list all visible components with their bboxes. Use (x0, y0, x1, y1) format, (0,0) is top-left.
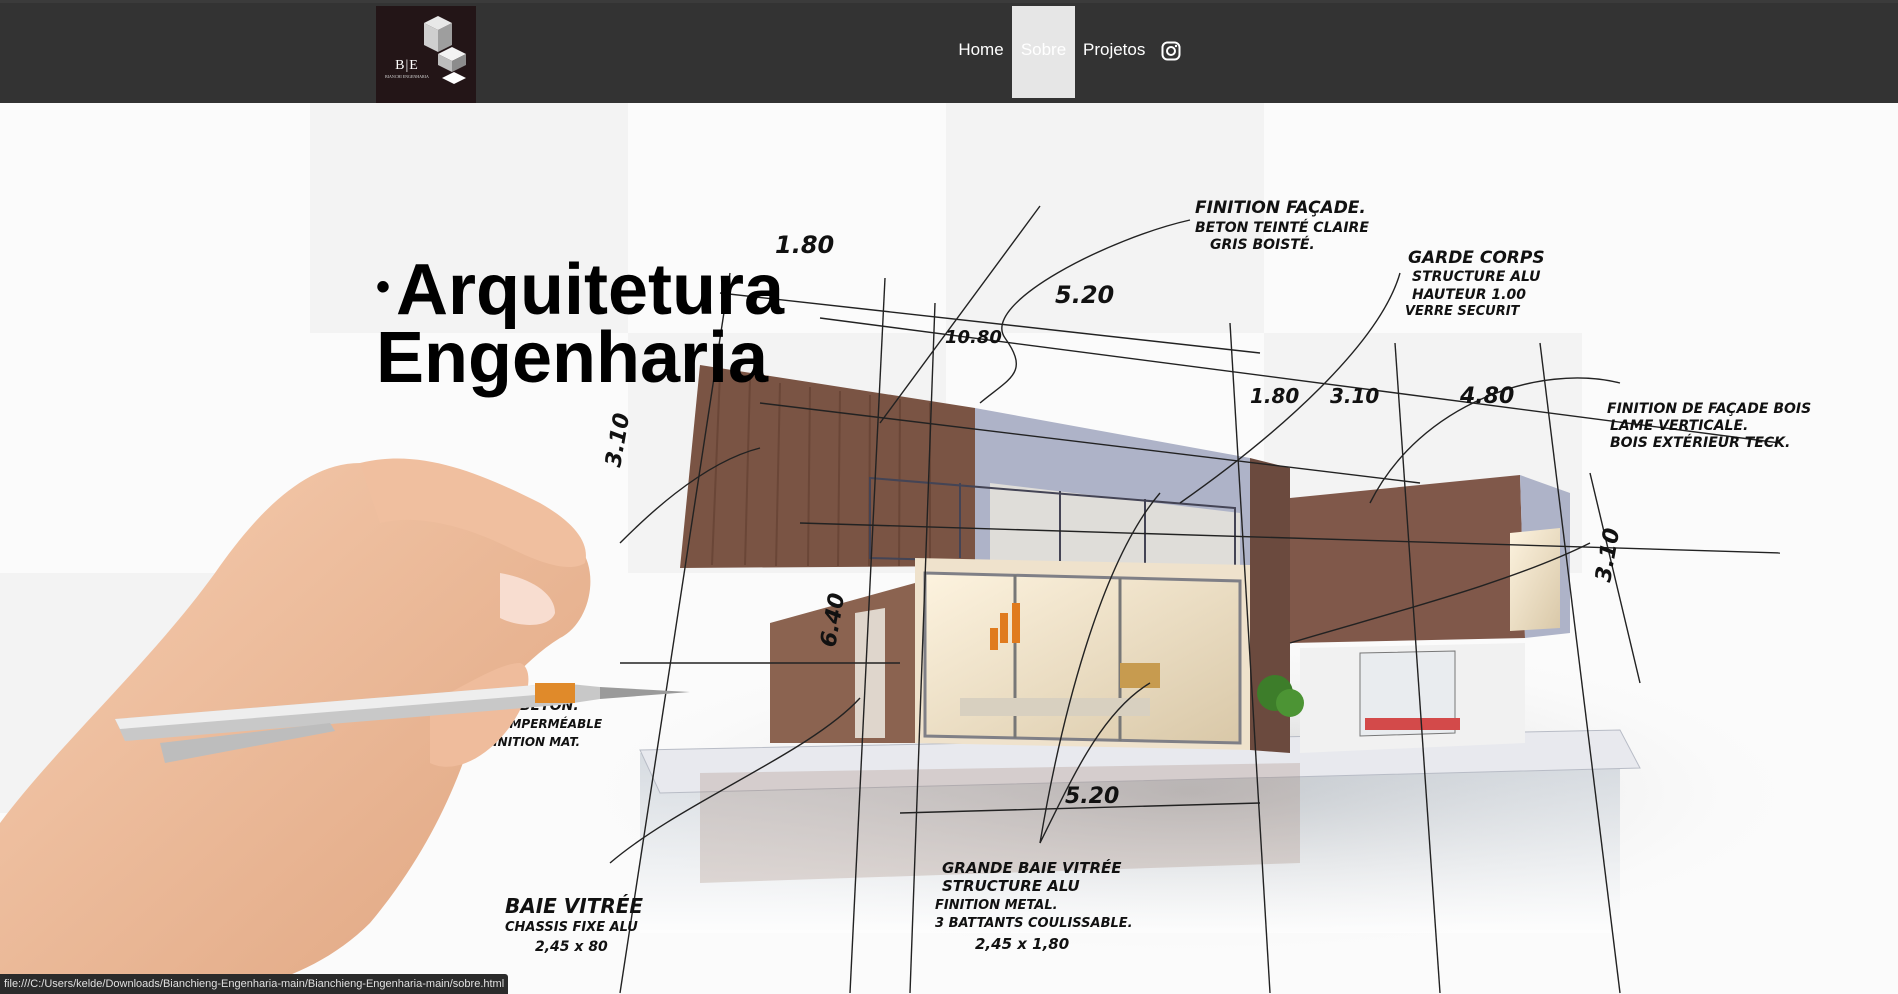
dim-4: 1.80 (1250, 384, 1299, 408)
dim-2: 5.20 (1055, 281, 1114, 309)
dim-6: 4.80 (1459, 384, 1514, 409)
dim-10: 5.20 (1065, 784, 1119, 809)
nav-home[interactable]: Home (956, 6, 1006, 98)
dim-3: 10.80 (945, 327, 1002, 348)
logo-cube-icon (424, 16, 466, 84)
status-bar-url: file:///C:/Users/kelde/Downloads/Bianchi… (0, 974, 509, 994)
logo-text: B|E (395, 58, 419, 73)
nav-projetos[interactable]: Projetos (1083, 6, 1145, 98)
navbar: B|E BIANCHI ENGENHARIA Home Sobre Projet… (0, 0, 1898, 106)
logo-subtext: BIANCHI ENGENHARIA (385, 74, 429, 79)
hero-bullet: • (376, 265, 391, 309)
hero-title: •Arquitetura Engenharia (376, 250, 785, 398)
hero-line-arquitetura: •Arquitetura (376, 250, 785, 330)
hero-section: FINITION FAÇADE. BETON TEINTÉ CLAIRE GRIS … (0, 103, 1898, 994)
nav-sobre[interactable]: Sobre (1012, 6, 1075, 98)
instagram-link[interactable] (1160, 6, 1182, 98)
site-logo[interactable]: B|E BIANCHI ENGENHARIA (376, 6, 476, 106)
hero-line-engenharia: Engenharia (376, 318, 769, 398)
instagram-icon (1161, 41, 1181, 61)
dim-5: 3.10 (1330, 384, 1379, 408)
architecture-sketch-image: FINITION FAÇADE. BETON TEINTÉ CLAIRE GRIS … (0, 103, 1898, 994)
